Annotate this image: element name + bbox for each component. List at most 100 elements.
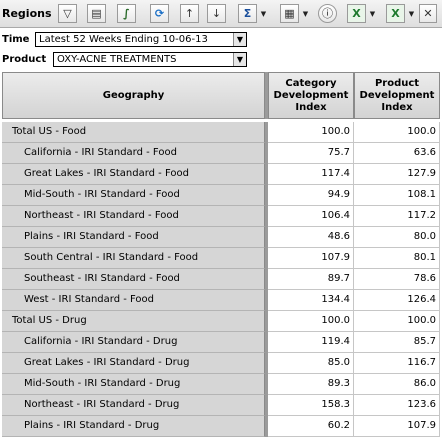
- sort-ascending-icon: ↑: [184, 7, 195, 20]
- cell-category-development-index: 89.3: [268, 374, 354, 395]
- cell-product-development-index: 123.6: [354, 395, 440, 416]
- export-excel-options-icon: X: [391, 7, 400, 20]
- row-header-geography[interactable]: Plains - IRI Standard - Drug: [2, 416, 265, 437]
- data-grid: Geography Category Development Index Pro…: [0, 72, 442, 437]
- cell-category-development-index: 100.0: [268, 122, 354, 143]
- row-header-geography[interactable]: Great Lakes - IRI Standard - Drug: [2, 353, 265, 374]
- row-header-geography[interactable]: Plains - IRI Standard - Food: [2, 227, 265, 248]
- chevron-down-icon: ▼: [233, 33, 246, 46]
- filter-button[interactable]: ▽: [58, 4, 77, 23]
- sum-icon: Σ: [243, 7, 252, 20]
- table-view-button[interactable]: ▤: [87, 4, 106, 23]
- table-row: Plains - IRI Standard - Food 48.6 80.0: [0, 227, 442, 248]
- table-row: Great Lakes - IRI Standard - Food 117.4 12…: [0, 164, 442, 185]
- export-excel-dropdown-arrow[interactable]: ▼: [369, 9, 376, 19]
- row-header-geography[interactable]: South Central - IRI Standard - Food: [2, 248, 265, 269]
- cell-category-development-index: 100.0: [268, 311, 354, 332]
- table-row: West - IRI Standard - Food 134.4 126.4: [0, 290, 442, 311]
- cell-product-development-index: 126.4: [354, 290, 440, 311]
- cell-category-development-index: 106.4: [268, 206, 354, 227]
- cell-category-development-index: 107.9: [268, 248, 354, 269]
- sum-button[interactable]: Σ: [238, 4, 257, 23]
- cell-category-development-index: 48.6: [268, 227, 354, 248]
- close-button[interactable]: ✕: [419, 4, 437, 23]
- row-header-geography[interactable]: Great Lakes - IRI Standard - Food: [2, 164, 265, 185]
- product-select-value: OXY-ACNE TREATMENTS: [57, 54, 177, 65]
- chevron-down-icon: ▼: [233, 53, 246, 66]
- panel-title: Regions: [2, 7, 52, 20]
- cell-product-development-index: 100.0: [354, 311, 440, 332]
- layout-grid-icon: ▦: [284, 7, 295, 20]
- cell-product-development-index: 63.6: [354, 143, 440, 164]
- product-select[interactable]: OXY-ACNE TREATMENTS ▼: [53, 52, 247, 67]
- row-header-geography[interactable]: California - IRI Standard - Drug: [2, 332, 265, 353]
- export-excel-options-button[interactable]: X: [386, 4, 405, 23]
- row-header-geography[interactable]: Southeast - IRI Standard - Food: [2, 269, 265, 290]
- table-row: Plains - IRI Standard - Drug 60.2 107.9: [0, 416, 442, 437]
- cell-product-development-index: 80.0: [354, 227, 440, 248]
- row-header-geography[interactable]: Northeast - IRI Standard - Food: [2, 206, 265, 227]
- row-header-geography[interactable]: West - IRI Standard - Food: [2, 290, 265, 311]
- layout-button[interactable]: ▦: [280, 4, 299, 23]
- cell-product-development-index: 80.1: [354, 248, 440, 269]
- table-row: Total US - Food 100.0 100.0: [0, 122, 442, 143]
- cell-category-development-index: 117.4: [268, 164, 354, 185]
- layout-dropdown-arrow[interactable]: ▼: [302, 9, 309, 19]
- sort-ascending-button[interactable]: ↑: [180, 4, 199, 23]
- table-row: California - IRI Standard - Drug 119.4 85.…: [0, 332, 442, 353]
- column-header-category-development-index[interactable]: Category Development Index: [268, 72, 354, 119]
- table-row: South Central - IRI Standard - Food 107.9…: [0, 248, 442, 269]
- table-row: Mid-South - IRI Standard - Food 94.9 108.1: [0, 185, 442, 206]
- export-excel-button[interactable]: X: [347, 4, 366, 23]
- table-row: Great Lakes - IRI Standard - Drug 85.0 116…: [0, 353, 442, 374]
- time-label: Time: [2, 34, 30, 45]
- table-row: Southeast - IRI Standard - Food 89.7 78.6: [0, 269, 442, 290]
- cell-product-development-index: 107.9: [354, 416, 440, 437]
- chart-formula-icon: ∫: [123, 7, 130, 20]
- time-select[interactable]: Latest 52 Weeks Ending 10-06-13 ▼: [35, 32, 247, 47]
- sort-descending-icon: ↓: [211, 7, 222, 20]
- row-header-geography[interactable]: Total US - Food: [2, 122, 265, 143]
- cell-category-development-index: 89.7: [268, 269, 354, 290]
- row-header-geography[interactable]: Mid-South - IRI Standard - Food: [2, 185, 265, 206]
- info-button[interactable]: ⓘ: [318, 4, 337, 23]
- time-select-value: Latest 52 Weeks Ending 10-06-13: [39, 34, 208, 45]
- sort-descending-button[interactable]: ↓: [207, 4, 226, 23]
- cell-product-development-index: 116.7: [354, 353, 440, 374]
- cell-category-development-index: 134.4: [268, 290, 354, 311]
- row-header-geography[interactable]: Mid-South - IRI Standard - Drug: [2, 374, 265, 395]
- cell-product-development-index: 108.1: [354, 185, 440, 206]
- refresh-icon: ⟳: [154, 7, 165, 20]
- cell-category-development-index: 85.0: [268, 353, 354, 374]
- product-label: Product: [2, 54, 47, 65]
- cell-product-development-index: 127.9: [354, 164, 440, 185]
- refresh-button[interactable]: ⟳: [150, 4, 169, 23]
- table-row: Northeast - IRI Standard - Drug 158.3 123.…: [0, 395, 442, 416]
- table-row: Total US - Drug 100.0 100.0: [0, 311, 442, 332]
- info-icon: ⓘ: [322, 7, 333, 20]
- column-header-geography[interactable]: Geography: [2, 72, 265, 119]
- cell-category-development-index: 158.3: [268, 395, 354, 416]
- cell-product-development-index: 100.0: [354, 122, 440, 143]
- cell-category-development-index: 75.7: [268, 143, 354, 164]
- table-row: Northeast - IRI Standard - Food 106.4 117.…: [0, 206, 442, 227]
- chart-formula-button[interactable]: ∫: [117, 4, 136, 23]
- cell-product-development-index: 117.2: [354, 206, 440, 227]
- cell-product-development-index: 85.7: [354, 332, 440, 353]
- cell-product-development-index: 78.6: [354, 269, 440, 290]
- row-header-geography[interactable]: Northeast - IRI Standard - Drug: [2, 395, 265, 416]
- row-header-geography[interactable]: Total US - Drug: [2, 311, 265, 332]
- cell-category-development-index: 119.4: [268, 332, 354, 353]
- table-row: California - IRI Standard - Food 75.7 63.6: [0, 143, 442, 164]
- export-excel-icon: X: [352, 7, 361, 20]
- table-row: Mid-South - IRI Standard - Drug 89.3 86.0: [0, 374, 442, 395]
- cell-product-development-index: 86.0: [354, 374, 440, 395]
- sum-dropdown-arrow[interactable]: ▼: [260, 9, 267, 19]
- cell-category-development-index: 60.2: [268, 416, 354, 437]
- close-icon: ✕: [423, 7, 433, 20]
- column-header-product-development-index[interactable]: Product Development Index: [354, 72, 440, 119]
- cell-category-development-index: 94.9: [268, 185, 354, 206]
- export-options-dropdown-arrow[interactable]: ▼: [408, 9, 415, 19]
- toolbar: Regions ▽ ▤ ∫ ⟳ ↑ ↓ Σ ▼ ▦ ▼ ⓘ X ▼ X ▼ ✕: [0, 0, 442, 28]
- row-header-geography[interactable]: California - IRI Standard - Food: [2, 143, 265, 164]
